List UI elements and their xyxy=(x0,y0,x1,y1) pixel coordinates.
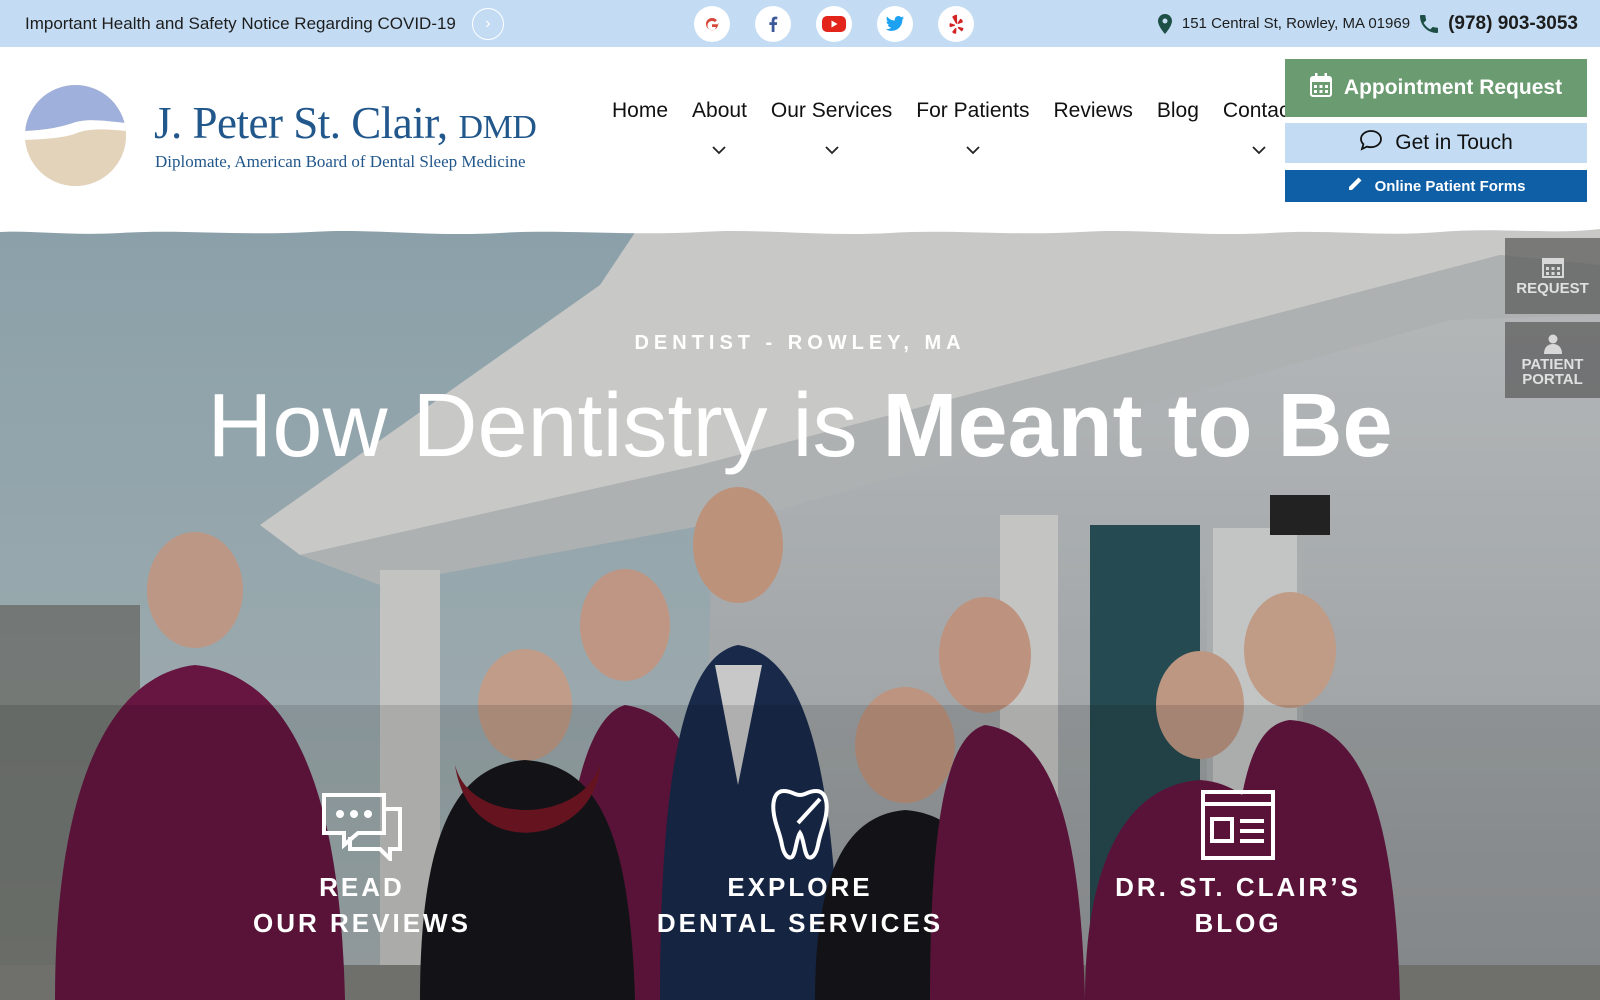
nav-blog[interactable]: Blog xyxy=(1145,99,1211,157)
phone-icon xyxy=(1420,14,1439,33)
chat-bubble-icon xyxy=(1359,129,1383,157)
yelp-icon[interactable] xyxy=(938,6,974,42)
hero-headline: How Dentistry is Meant to Be xyxy=(0,375,1600,478)
nav-reviews-label[interactable]: Reviews xyxy=(1054,99,1133,123)
phone-link[interactable]: (978) 903-3053 xyxy=(1448,13,1578,35)
nav-about-label[interactable]: About xyxy=(692,99,747,123)
side-tabs: REQUEST PATIENT PORTAL xyxy=(1505,238,1600,406)
blog-window-icon xyxy=(1200,785,1276,861)
pencil-icon xyxy=(1347,176,1363,196)
get-in-touch-label[interactable]: Get in Touch xyxy=(1395,131,1513,155)
hero-headline-bold: Meant to Be xyxy=(882,376,1393,476)
nav-for-patients-label[interactable]: For Patients xyxy=(916,99,1029,123)
request-tab-label[interactable]: REQUEST xyxy=(1516,281,1589,296)
calendar-icon xyxy=(1541,256,1564,278)
patient-portal-tab[interactable]: PATIENT PORTAL xyxy=(1505,322,1600,398)
address-link[interactable]: 151 Central St, Rowley, MA 01969 xyxy=(1182,15,1410,32)
facebook-icon[interactable] xyxy=(755,6,791,42)
chevron-down-icon[interactable] xyxy=(1252,143,1266,157)
chevron-right-icon[interactable]: › xyxy=(471,7,504,40)
practice-name-text: J. Peter St. Clair, xyxy=(154,98,448,148)
blog-link[interactable]: DR. ST. CLAIR’S BLOG xyxy=(1078,785,1398,941)
nav-for-patients[interactable]: For Patients xyxy=(904,99,1041,157)
nav-our-services-label[interactable]: Our Services xyxy=(771,99,892,123)
main-nav: Home About Our Services For Patients Rev… xyxy=(600,99,1307,157)
read-reviews-line1: READ xyxy=(319,872,405,902)
explore-services-label[interactable]: EXPLORE DENTAL SERVICES xyxy=(657,869,943,941)
online-patient-forms-label[interactable]: Online Patient Forms xyxy=(1375,178,1526,195)
chevron-down-icon[interactable] xyxy=(966,143,980,157)
read-reviews-link[interactable]: READ OUR REVIEWS xyxy=(202,785,522,941)
explore-services-line1: EXPLORE xyxy=(727,872,873,902)
site-header: J. Peter St. Clair, DMD Diplomate, Ameri… xyxy=(0,47,1600,232)
nav-blog-label[interactable]: Blog xyxy=(1157,99,1199,123)
covid-notice[interactable]: Important Health and Safety Notice Regar… xyxy=(25,0,504,47)
contact-info: 151 Central St, Rowley, MA 01969 (978) 9… xyxy=(1157,0,1578,47)
top-bar: Important Health and Safety Notice Regar… xyxy=(0,0,1600,47)
get-in-touch-button[interactable]: Get in Touch xyxy=(1285,123,1587,163)
twitter-icon[interactable] xyxy=(877,6,913,42)
nav-home[interactable]: Home xyxy=(600,99,680,157)
request-tab[interactable]: REQUEST xyxy=(1505,238,1600,314)
appointment-request-button[interactable]: Appointment Request xyxy=(1285,59,1587,117)
explore-services-line2: DENTAL SERVICES xyxy=(656,908,944,938)
blog-line2: BLOG xyxy=(1194,908,1282,938)
chat-bubbles-icon xyxy=(320,785,404,861)
nav-about[interactable]: About xyxy=(680,99,759,157)
wave-divider xyxy=(0,225,1600,235)
chevron-down-icon[interactable] xyxy=(712,143,727,157)
practice-credential: DMD xyxy=(458,109,537,146)
practice-name[interactable]: J. Peter St. Clair, DMD xyxy=(154,97,537,149)
google-icon[interactable] xyxy=(694,6,730,42)
map-pin-icon xyxy=(1157,13,1172,34)
patient-portal-line1[interactable]: PATIENT xyxy=(1522,357,1584,372)
explore-services-link[interactable]: EXPLORE DENTAL SERVICES xyxy=(640,785,960,941)
nav-reviews[interactable]: Reviews xyxy=(1042,99,1145,157)
social-links xyxy=(694,6,974,42)
calendar-icon xyxy=(1309,73,1332,103)
practice-subtitle: Diplomate, American Board of Dental Slee… xyxy=(155,152,526,171)
appointment-request-label[interactable]: Appointment Request xyxy=(1344,76,1562,100)
nav-home-label[interactable]: Home xyxy=(612,99,668,123)
blog-label[interactable]: DR. ST. CLAIR’S BLOG xyxy=(1115,869,1361,941)
read-reviews-label[interactable]: READ OUR REVIEWS xyxy=(253,869,471,941)
hero-headline-light: How Dentistry is xyxy=(207,376,883,476)
blog-line1: DR. ST. CLAIR’S xyxy=(1115,872,1361,902)
hero-eyebrow: DENTIST - ROWLEY, MA xyxy=(634,332,966,354)
youtube-icon[interactable] xyxy=(816,6,852,42)
online-patient-forms-button[interactable]: Online Patient Forms xyxy=(1285,170,1587,202)
patient-portal-line2[interactable]: PORTAL xyxy=(1522,372,1583,387)
tooth-icon xyxy=(770,785,830,861)
read-reviews-line2: OUR REVIEWS xyxy=(253,908,471,938)
covid-notice-text[interactable]: Important Health and Safety Notice Regar… xyxy=(25,14,456,34)
chevron-down-icon[interactable] xyxy=(824,143,839,157)
nav-our-services[interactable]: Our Services xyxy=(759,99,904,157)
user-icon xyxy=(1543,334,1562,354)
logo-icon[interactable] xyxy=(25,85,126,186)
